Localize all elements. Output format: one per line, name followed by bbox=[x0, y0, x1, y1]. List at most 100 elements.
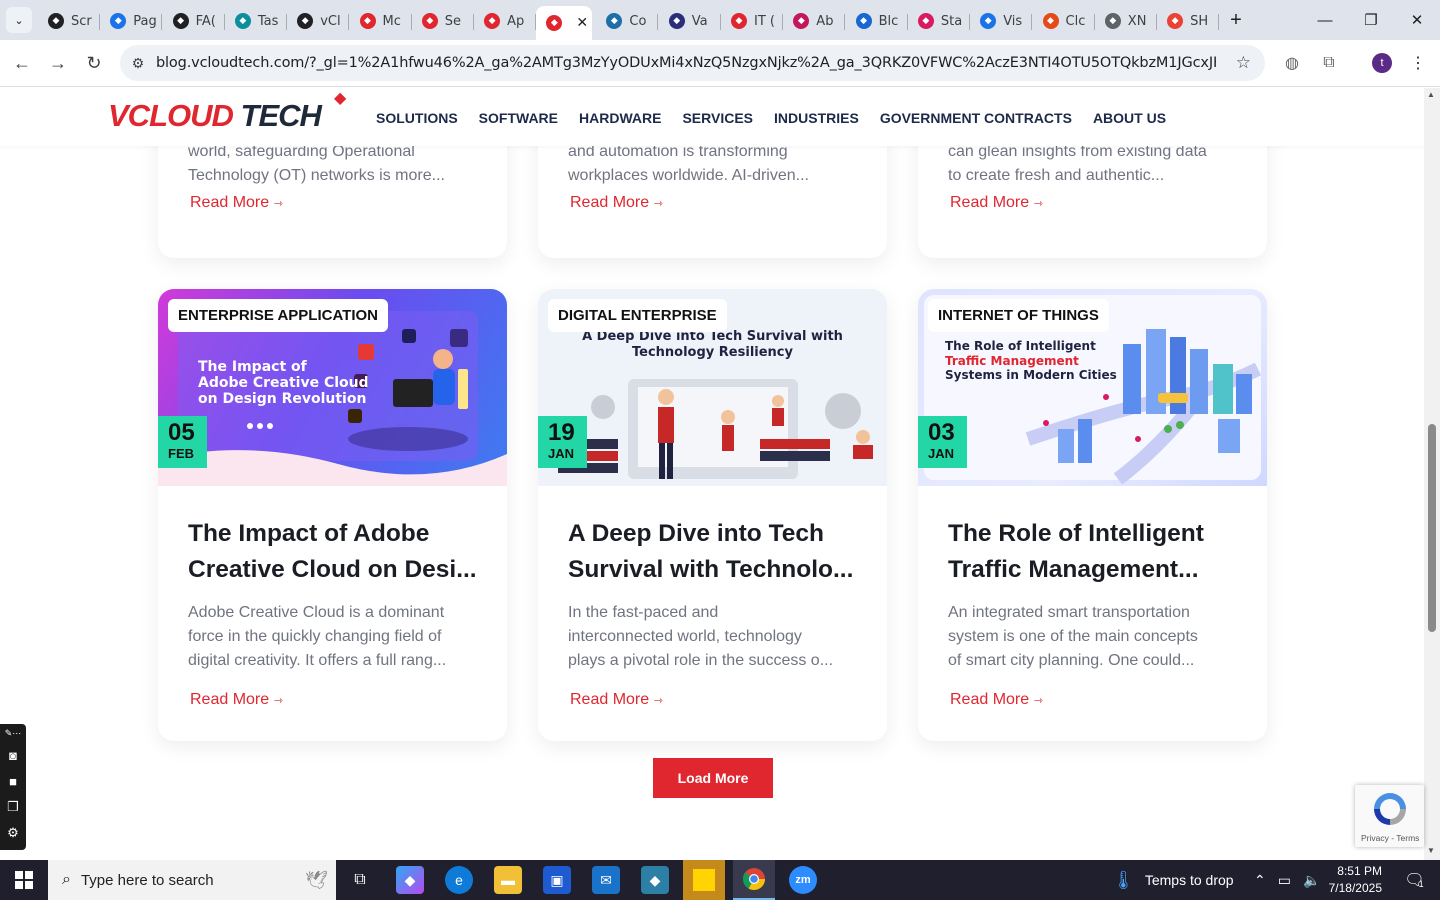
profile-avatar[interactable]: t bbox=[1372, 53, 1392, 73]
browser-tab[interactable]: ◆ Ap bbox=[474, 6, 537, 36]
file-explorer-icon[interactable]: ▬ bbox=[494, 866, 522, 894]
browser-tab[interactable]: ◆ XN bbox=[1095, 6, 1157, 36]
close-window-button[interactable]: ✕ bbox=[1394, 6, 1440, 34]
menu-item-industries[interactable]: INDUSTRIES bbox=[774, 110, 859, 126]
read-more-link[interactable]: Read More ⇾ bbox=[950, 194, 1043, 212]
site-logo[interactable]: VCLOUD TECH bbox=[108, 98, 322, 134]
task-view-icon[interactable]: ⧉ bbox=[346, 866, 374, 894]
card-excerpt: and automation is transforming workplaces… bbox=[568, 143, 809, 184]
card-title[interactable]: A Deep Dive into Tech Survival with Techn… bbox=[568, 516, 868, 588]
window-icon[interactable]: ❐ bbox=[0, 794, 26, 820]
chrome-icon[interactable] bbox=[733, 860, 775, 900]
browser-tab[interactable]: ◆ Va bbox=[659, 6, 721, 36]
copilot-icon[interactable]: ◆ bbox=[396, 866, 424, 894]
browser-tab[interactable]: ◆ Clc bbox=[1033, 6, 1095, 36]
arrow-right-icon: ⇾ bbox=[273, 198, 283, 210]
close-tab-icon[interactable]: ✕ bbox=[576, 15, 588, 31]
tab-search-button[interactable]: ⌄ bbox=[6, 7, 32, 33]
tab-favicon-icon: ◆ bbox=[297, 13, 314, 29]
read-more-link[interactable]: Read More ⇾ bbox=[570, 194, 663, 212]
scroll-down-arrow-icon[interactable]: ▼ bbox=[1427, 846, 1435, 855]
browser-tab[interactable]: ◆ Sta bbox=[908, 6, 970, 36]
read-more-link[interactable]: Read More ⇾ bbox=[190, 194, 283, 212]
reload-button[interactable]: ↻ bbox=[80, 49, 108, 77]
page-scrollbar[interactable]: ▲ ▼ bbox=[1424, 88, 1440, 860]
browser-tab[interactable]: ◆ Pag bbox=[100, 6, 163, 36]
browser-tab[interactable]: ◆ Tas bbox=[225, 6, 287, 36]
card-title[interactable]: The Impact of Adobe Creative Cloud on Des… bbox=[188, 516, 488, 588]
browser-tab[interactable]: ◆ IT ( bbox=[721, 6, 783, 36]
card-title[interactable]: The Role of Intelligent Traffic Managemen… bbox=[948, 516, 1248, 588]
scrollbar-thumb[interactable] bbox=[1428, 424, 1436, 632]
zoom-icon[interactable]: zm bbox=[789, 866, 817, 894]
browser-tab[interactable]: ◆ Co bbox=[596, 6, 659, 36]
category-badge[interactable]: DIGITAL ENTERPRISE bbox=[548, 299, 727, 332]
arrow-right-icon: ⇾ bbox=[273, 695, 283, 707]
tab-favicon-icon: ◆ bbox=[421, 13, 438, 29]
sticky-notes-icon[interactable] bbox=[683, 860, 725, 900]
recaptcha-links[interactable]: Privacy - Terms bbox=[1361, 833, 1419, 843]
arrow-right-icon: ⇾ bbox=[1033, 198, 1043, 210]
site-info-icon[interactable]: ⚙ bbox=[120, 55, 156, 72]
read-more-link[interactable]: Read More ⇾ bbox=[570, 691, 663, 709]
browser-tab[interactable]: ◆ Blc bbox=[846, 6, 908, 36]
app-icon[interactable]: ◆ bbox=[641, 866, 669, 894]
store-icon[interactable]: ▣ bbox=[543, 866, 571, 894]
translate-icon[interactable]: ◍ bbox=[1280, 51, 1304, 75]
network-icon[interactable]: ▭ bbox=[1278, 872, 1291, 889]
volume-icon[interactable]: 🔈 bbox=[1303, 872, 1320, 889]
menu-item-services[interactable]: SERVICES bbox=[682, 110, 753, 126]
back-button[interactable]: ← bbox=[8, 49, 36, 77]
edge-icon[interactable]: e bbox=[445, 866, 473, 894]
new-tab-button[interactable]: + bbox=[1224, 8, 1248, 32]
read-more-link[interactable]: Read More ⇾ bbox=[950, 691, 1043, 709]
browser-tab[interactable]: ◆ SH bbox=[1157, 6, 1220, 36]
browser-tab[interactable]: ◆ Vis bbox=[970, 6, 1033, 36]
video-icon[interactable]: ■ bbox=[0, 768, 26, 794]
tab-title: Vis bbox=[1003, 13, 1023, 29]
browser-tab[interactable]: ◆ FA( bbox=[163, 6, 225, 36]
tab-separator bbox=[1218, 14, 1220, 30]
camera-icon[interactable]: ◙ bbox=[0, 742, 26, 768]
address-bar[interactable]: ⚙ blog.vcloudtech.com/?_gl=1%2A1hfwu46%2… bbox=[120, 45, 1265, 81]
notification-center-button[interactable]: 🗨 1 bbox=[1396, 860, 1432, 900]
restore-button[interactable]: ❐ bbox=[1348, 6, 1394, 34]
browser-tab[interactable]: ◆ Ab bbox=[783, 6, 846, 36]
pen-icon[interactable]: ✎⋯ bbox=[0, 724, 26, 742]
tab-favicon-icon: ◆ bbox=[1042, 13, 1059, 29]
main-menu: SOLUTIONS SOFTWARE HARDWARE SERVICES IND… bbox=[376, 110, 1166, 126]
recaptcha-badge[interactable]: Privacy - Terms bbox=[1355, 785, 1424, 847]
category-badge[interactable]: ENTERPRISE APPLICATION bbox=[168, 299, 389, 332]
weather-widget[interactable]: 🌡 Temps to drop bbox=[1112, 860, 1234, 900]
browser-toolbar: ← → ↻ ⚙ blog.vcloudtech.com/?_gl=1%2A1hf… bbox=[0, 40, 1440, 87]
menu-item-hardware[interactable]: HARDWARE bbox=[579, 110, 661, 126]
url-text: blog.vcloudtech.com/?_gl=1%2A1hfwu46%2A_… bbox=[156, 55, 1216, 71]
bookmark-star-icon[interactable]: ☆ bbox=[1236, 53, 1251, 73]
load-more-button[interactable]: Load More bbox=[653, 758, 773, 798]
forward-button[interactable]: → bbox=[44, 49, 72, 77]
extensions-icon[interactable]: ⧉ bbox=[1317, 51, 1341, 75]
taskbar-search-box[interactable]: ⌕ Type here to search 🕊 bbox=[48, 860, 336, 900]
browser-tab[interactable]: ◆ Scr bbox=[38, 6, 100, 36]
menu-item-software[interactable]: SOFTWARE bbox=[479, 110, 558, 126]
scroll-up-arrow-icon[interactable]: ▲ bbox=[1427, 90, 1435, 99]
read-more-link[interactable]: Read More ⇾ bbox=[190, 691, 283, 709]
start-button[interactable] bbox=[0, 860, 48, 900]
card-excerpt: Adobe Creative Cloud is a dominant force … bbox=[188, 604, 447, 669]
category-badge[interactable]: INTERNET OF THINGS bbox=[928, 299, 1109, 332]
browser-tab[interactable]: ◆ ✕ bbox=[536, 6, 593, 40]
menu-item-about-us[interactable]: ABOUT US bbox=[1093, 110, 1166, 126]
browser-tab[interactable]: ◆ Se bbox=[412, 6, 474, 36]
gear-icon[interactable]: ⚙ bbox=[0, 820, 26, 846]
tab-title: Ap bbox=[507, 13, 525, 29]
minimize-button[interactable]: — bbox=[1302, 6, 1348, 34]
browser-tab[interactable]: ◆ Mc bbox=[350, 6, 412, 36]
menu-kebab-icon[interactable]: ⋮ bbox=[1406, 51, 1430, 75]
clock[interactable]: 8:51 PM 7/18/2025 bbox=[1326, 860, 1382, 900]
menu-item-government-contracts[interactable]: GOVERNMENT CONTRACTS bbox=[880, 110, 1072, 126]
mail-icon[interactable]: ✉ bbox=[592, 866, 620, 894]
menu-item-solutions[interactable]: SOLUTIONS bbox=[376, 110, 458, 126]
chevron-up-icon[interactable]: ⌃ bbox=[1254, 872, 1266, 889]
bird-decoration-icon: 🕊 bbox=[305, 869, 328, 890]
browser-tab[interactable]: ◆ vCl bbox=[287, 6, 350, 36]
